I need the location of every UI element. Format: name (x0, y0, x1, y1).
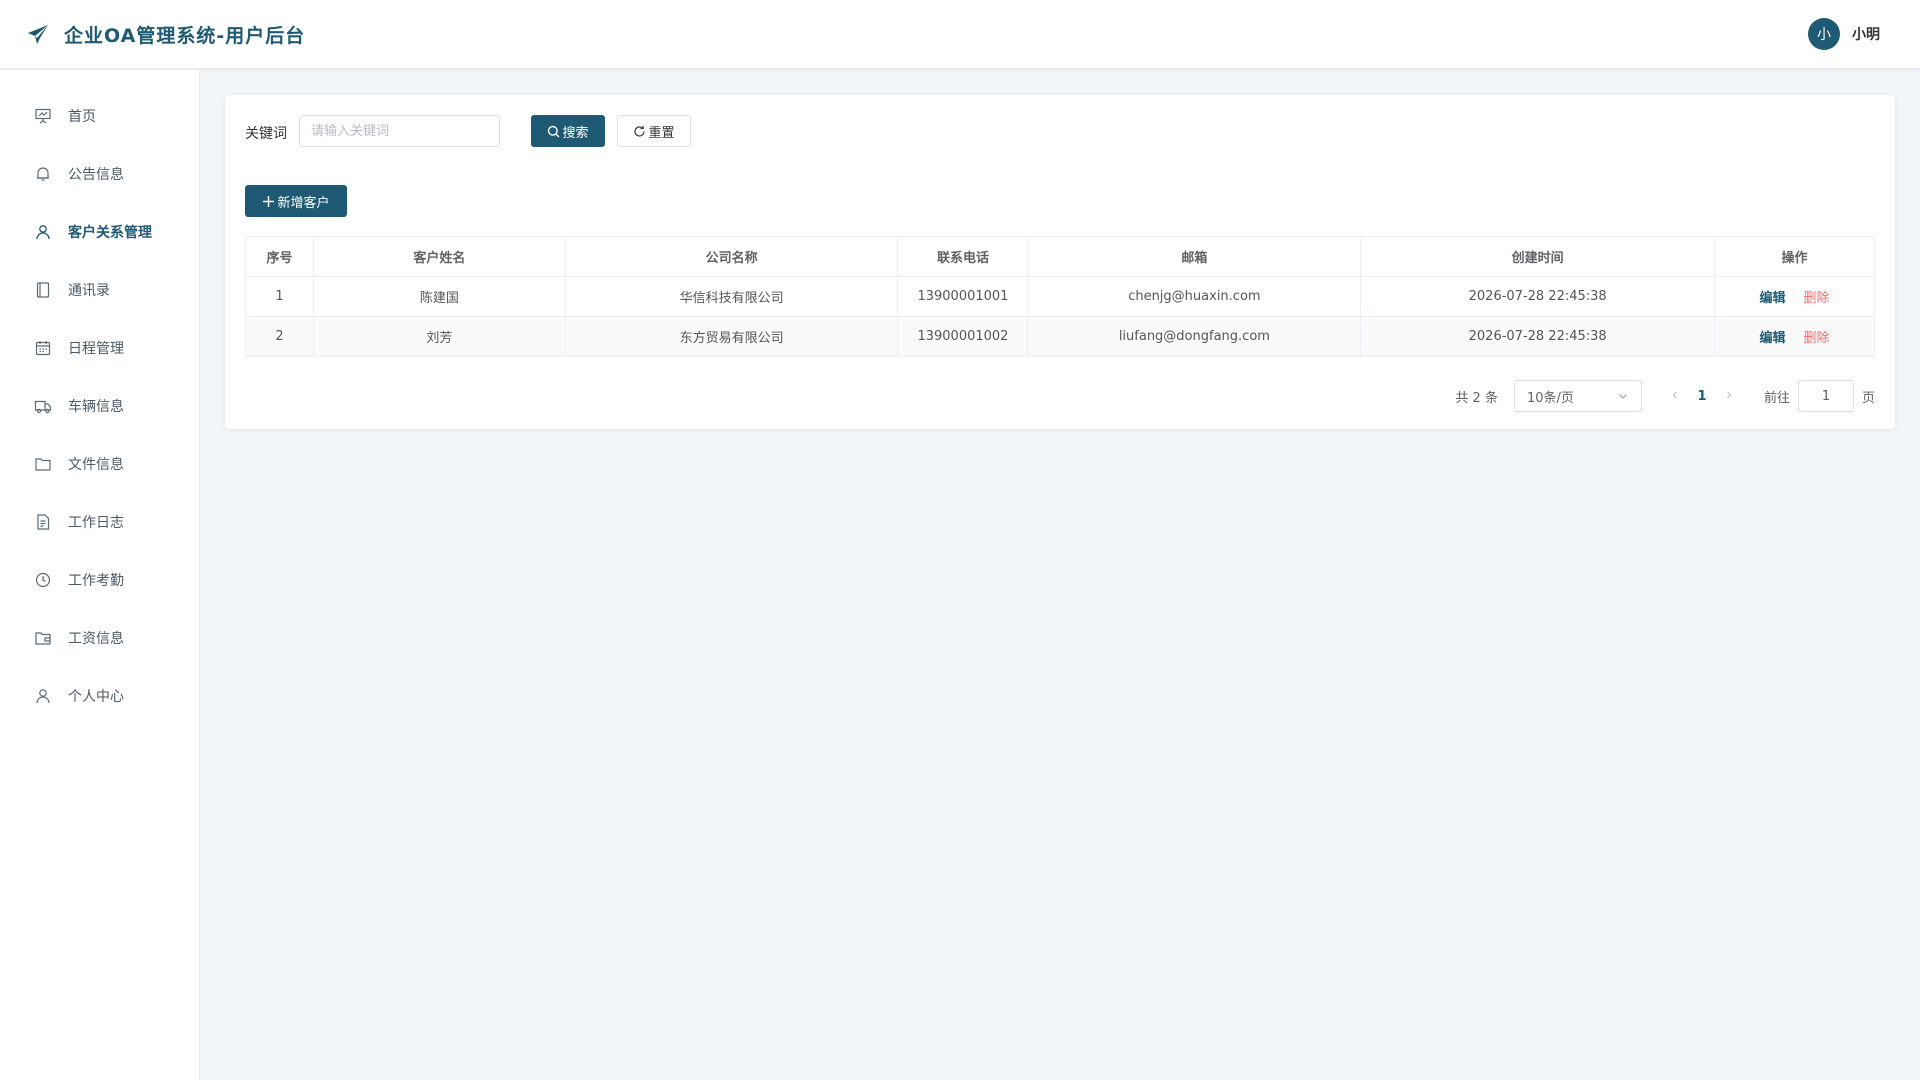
sidebar-item-label: 通讯录 (68, 283, 110, 299)
search-button[interactable]: 搜索 (531, 115, 605, 147)
search-icon (548, 125, 560, 137)
edit-button[interactable]: 编辑 (1760, 291, 1786, 306)
page-number-current[interactable]: 1 (1686, 389, 1718, 404)
keyword-label: 关键词 (245, 126, 287, 142)
person-icon (34, 687, 52, 705)
prev-page-button[interactable] (1664, 389, 1686, 404)
plus-icon (263, 195, 275, 207)
cell-company: 东方贸易有限公司 (564, 316, 899, 357)
goto-label: 前往 (1763, 390, 1790, 406)
sidebar-item-label: 工资信息 (68, 631, 124, 647)
app-title: 企业OA管理系统-用户后台 (64, 25, 306, 47)
add-customer-label: 新增客户 (277, 195, 330, 211)
bell-icon (34, 165, 52, 183)
page-size-select[interactable]: 10条/页 (1513, 380, 1642, 412)
sidebar-item-label: 工作考勤 (68, 573, 124, 589)
cell-email: chenjg@huaxin.com (1027, 276, 1362, 317)
cell-phone: 13900001002 (897, 316, 1029, 357)
sidebar-item-label: 车辆信息 (68, 399, 124, 415)
sidebar-item-profile[interactable]: 个人中心 (0, 676, 199, 716)
column-header-created: 创建时间 (1360, 236, 1716, 277)
username[interactable]: 小明 (1852, 24, 1880, 44)
user-menu[interactable]: 小 小明 (1808, 18, 1880, 50)
sidebar-item-label: 工作日志 (68, 515, 124, 531)
delete-button[interactable]: 删除 (1804, 291, 1830, 306)
sidebar-item-label: 文件信息 (68, 457, 124, 473)
goto-unit: 页 (1861, 390, 1875, 406)
sidebar-item-salary[interactable]: 工资信息 (0, 618, 199, 658)
next-page-button[interactable] (1718, 389, 1740, 404)
customer-table: 序号 客户姓名 公司名称 联系电话 邮箱 创建时间 操作 1 陈建国 华信科技有… (245, 236, 1875, 357)
sidebar-item-label: 公告信息 (68, 167, 124, 183)
refresh-icon (634, 125, 646, 137)
folder-icon (34, 455, 52, 473)
reset-button[interactable]: 重置 (617, 115, 691, 147)
cell-actions: 编辑 删除 (1714, 316, 1875, 357)
sidebar-item-worklog[interactable]: 工作日志 (0, 502, 199, 542)
sidebar-item-home[interactable]: 首页 (0, 96, 199, 136)
cell-name: 刘芳 (312, 316, 566, 357)
wallet-folder-icon (34, 629, 52, 647)
avatar[interactable]: 小 (1808, 18, 1840, 50)
sidebar-item-customers[interactable]: 客户关系管理 (0, 212, 199, 252)
cell-created: 2026-07-28 22:45:38 (1360, 316, 1716, 357)
page-size-value: 10条/页 (1526, 390, 1574, 406)
sidebar-item-files[interactable]: 文件信息 (0, 444, 199, 484)
search-button-label: 搜索 (562, 125, 589, 141)
cell-name: 陈建国 (312, 276, 566, 317)
add-customer-button[interactable]: 新增客户 (245, 185, 347, 217)
column-header-email: 邮箱 (1027, 236, 1362, 277)
delete-button[interactable]: 删除 (1804, 331, 1830, 346)
sidebar-item-label: 日程管理 (68, 341, 124, 357)
truck-icon (34, 397, 52, 415)
table-row: 1 陈建国 华信科技有限公司 13900001001 chenjg@huaxin… (245, 276, 1875, 317)
sidebar-item-attendance[interactable]: 工作考勤 (0, 560, 199, 600)
reset-button-label: 重置 (648, 125, 675, 141)
document-icon (34, 513, 52, 531)
cell-actions: 编辑 删除 (1714, 276, 1875, 317)
brand: 企业OA管理系统-用户后台 (26, 21, 305, 48)
cell-index: 2 (245, 316, 314, 357)
table-row: 2 刘芳 东方贸易有限公司 13900001002 liufang@dongfa… (245, 316, 1875, 357)
chevron-down-icon (1619, 394, 1627, 399)
sidebar-item-label: 个人中心 (68, 689, 124, 705)
notebook-icon (34, 281, 52, 299)
cell-created: 2026-07-28 22:45:38 (1360, 276, 1716, 317)
sidebar-item-label: 首页 (68, 109, 96, 125)
sidebar-item-label: 客户关系管理 (68, 225, 152, 241)
top-bar: 企业OA管理系统-用户后台 小 小明 (0, 0, 1920, 69)
edit-button[interactable]: 编辑 (1760, 331, 1786, 346)
calendar-icon (34, 339, 52, 357)
column-header-actions: 操作 (1714, 236, 1875, 277)
paper-plane-icon (26, 23, 50, 47)
column-header-index: 序号 (245, 236, 314, 277)
sidebar-item-contacts[interactable]: 通讯录 (0, 270, 199, 310)
cell-company: 华信科技有限公司 (564, 276, 899, 317)
user-icon (34, 223, 52, 241)
clock-icon (34, 571, 52, 589)
sidebar-item-announcements[interactable]: 公告信息 (0, 154, 199, 194)
pagination: 共 2 条 10条/页 1 前往 页 (1455, 380, 1875, 412)
chevron-left-icon (1672, 391, 1677, 398)
cell-index: 1 (245, 276, 314, 317)
cell-email: liufang@dongfang.com (1027, 316, 1362, 357)
cell-phone: 13900001001 (897, 276, 1029, 317)
content-card: 关键词 搜索 重置 新增客户 序号 客户姓名 公司名称 联系电话 邮箱 创建时间… (225, 95, 1895, 429)
column-header-company: 公司名称 (564, 236, 899, 277)
keyword-input[interactable] (299, 115, 500, 147)
presentation-icon (34, 107, 52, 125)
total-count: 共 2 条 (1455, 390, 1498, 406)
sidebar-item-schedule[interactable]: 日程管理 (0, 328, 199, 368)
sidebar-item-vehicles[interactable]: 车辆信息 (0, 386, 199, 426)
sidebar: 首页 公告信息 客户关系管理 通讯录 日程管理 车辆信息 文件信息 工作日志 工… (0, 70, 200, 1080)
table-header-row: 序号 客户姓名 公司名称 联系电话 邮箱 创建时间 操作 (245, 236, 1875, 277)
column-header-phone: 联系电话 (897, 236, 1029, 277)
goto-page-input[interactable] (1797, 380, 1854, 412)
chevron-right-icon (1727, 391, 1732, 398)
column-header-name: 客户姓名 (312, 236, 566, 277)
